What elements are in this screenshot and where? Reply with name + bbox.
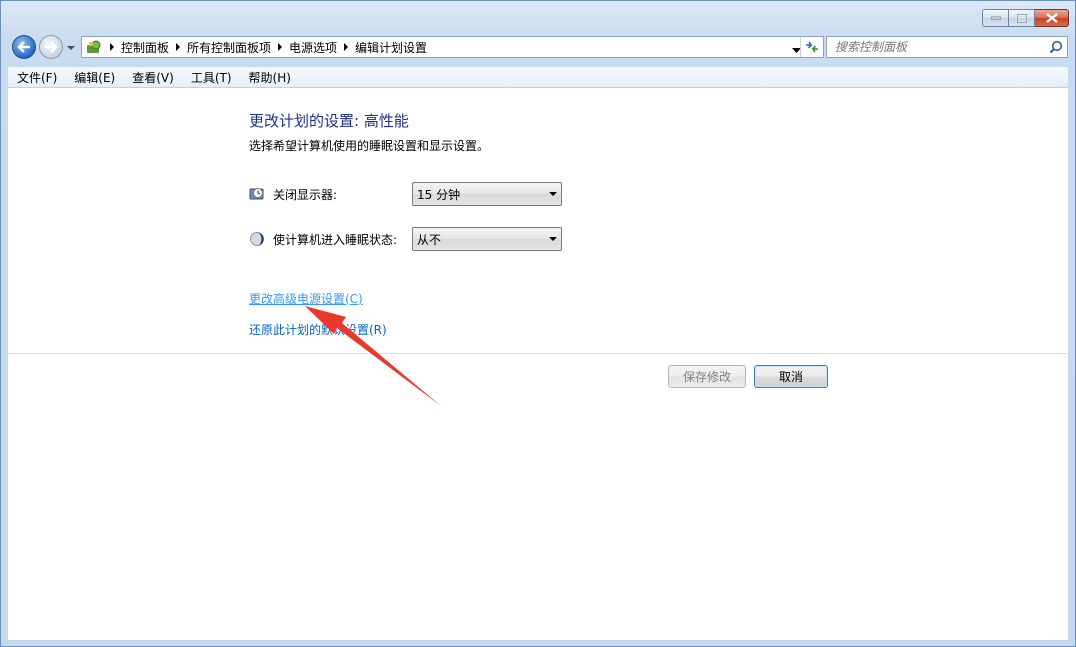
page-subtitle: 选择希望计算机使用的睡眠设置和显示设置。 xyxy=(249,139,490,153)
display-off-setting: 关闭显示器: 15 分钟 xyxy=(249,182,562,206)
sleep-label: 使计算机进入睡眠状态: xyxy=(273,232,398,247)
cancel-button[interactable]: 取消 xyxy=(754,365,828,388)
restore-defaults-link[interactable]: 还原此计划的默认设置(R) xyxy=(249,321,387,338)
caption-buttons xyxy=(982,9,1069,27)
search-icon[interactable] xyxy=(1049,40,1063,57)
close-button[interactable] xyxy=(1035,9,1069,27)
divider xyxy=(8,353,1068,354)
sleep-moon-icon xyxy=(249,231,265,247)
address-bar[interactable]: 控制面板 所有控制面板项 电源选项 编辑计划设置 xyxy=(81,36,824,58)
control-panel-icon xyxy=(83,37,105,57)
search-input[interactable] xyxy=(827,37,1053,57)
breadcrumb-separator[interactable] xyxy=(105,43,119,51)
breadcrumb-item[interactable]: 控制面板 xyxy=(119,39,171,56)
breadcrumb-separator[interactable] xyxy=(339,43,353,51)
menu-view[interactable]: 查看(V) xyxy=(123,69,182,86)
forward-button[interactable] xyxy=(39,35,63,59)
chevron-down-icon xyxy=(549,237,557,241)
sleep-value: 从不 xyxy=(417,232,442,247)
save-changes-button[interactable]: 保存修改 xyxy=(668,365,746,388)
maximize-icon xyxy=(1016,13,1027,23)
breadcrumb-item[interactable]: 电源选项 xyxy=(287,39,339,56)
chevron-down-icon xyxy=(67,46,75,50)
refresh-icon xyxy=(806,41,818,53)
chevron-down-icon xyxy=(549,192,557,196)
breadcrumb-separator[interactable] xyxy=(273,43,287,51)
minimize-button[interactable] xyxy=(982,9,1009,27)
content-pane: 更改计划的设置: 高性能 选择希望计算机使用的睡眠设置和显示设置。 关闭显示器:… xyxy=(8,88,1068,640)
display-timer-icon xyxy=(249,186,265,202)
display-off-value: 15 分钟 xyxy=(417,187,461,202)
menu-edit[interactable]: 编辑(E) xyxy=(65,69,123,86)
arrow-left-icon xyxy=(17,41,30,53)
arrow-right-icon xyxy=(45,41,58,53)
refresh-button[interactable] xyxy=(800,37,823,57)
chevron-right-icon xyxy=(110,43,114,51)
menu-bar: 文件(F) 编辑(E) 查看(V) 工具(T) 帮助(H) xyxy=(8,67,1068,88)
breadcrumb-separator[interactable] xyxy=(171,43,185,51)
chevron-right-icon xyxy=(344,43,349,51)
chevron-right-icon xyxy=(278,43,283,51)
maximize-button[interactable] xyxy=(1009,9,1035,27)
display-off-label: 关闭显示器: xyxy=(273,187,338,202)
recent-pages-button[interactable] xyxy=(66,42,76,52)
breadcrumb-item[interactable]: 编辑计划设置 xyxy=(353,39,429,56)
sleep-setting: 使计算机进入睡眠状态: 从不 xyxy=(249,227,562,251)
chevron-right-icon xyxy=(176,43,181,51)
display-off-select[interactable]: 15 分钟 xyxy=(412,182,562,206)
advanced-power-settings-link[interactable]: 更改高级电源设置(C) xyxy=(249,290,363,307)
menu-tools[interactable]: 工具(T) xyxy=(182,69,240,86)
navigation-bar: 控制面板 所有控制面板项 电源选项 编辑计划设置 xyxy=(9,33,1069,61)
breadcrumb-item[interactable]: 所有控制面板项 xyxy=(185,39,273,56)
control-panel-window: 控制面板 所有控制面板项 电源选项 编辑计划设置 文件(F) 编辑(E) 查看(… xyxy=(0,0,1076,647)
menu-help[interactable]: 帮助(H) xyxy=(240,69,299,86)
page-title: 更改计划的设置: 高性能 xyxy=(249,112,409,130)
minimize-icon xyxy=(990,16,1001,20)
close-icon xyxy=(1045,13,1058,23)
back-button[interactable] xyxy=(12,35,36,59)
menu-file[interactable]: 文件(F) xyxy=(8,69,65,86)
sleep-select[interactable]: 从不 xyxy=(412,227,562,251)
search-box[interactable] xyxy=(826,36,1068,58)
